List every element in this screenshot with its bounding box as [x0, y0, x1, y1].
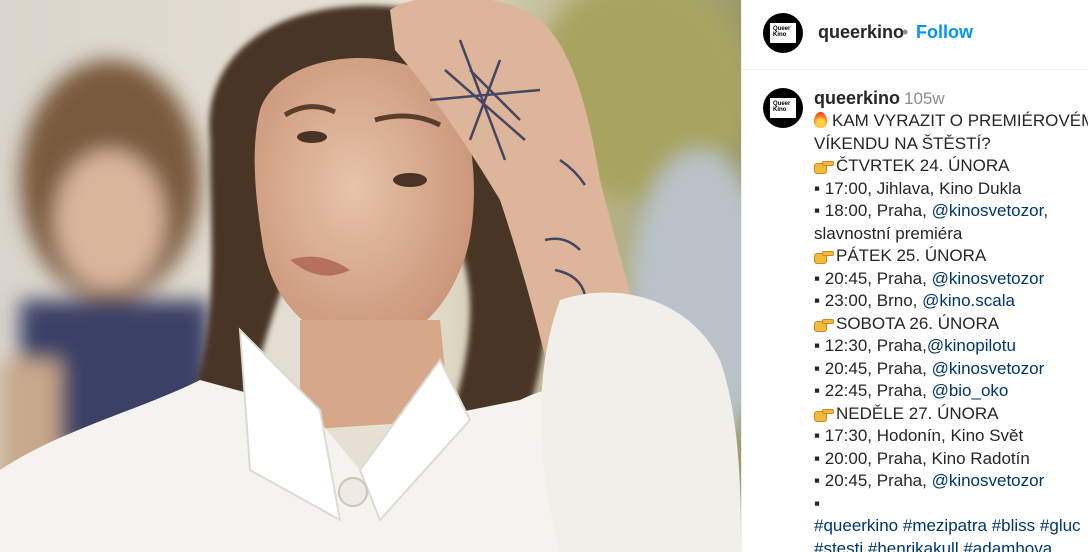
caption-line: slavnostní premiéra: [814, 223, 1088, 246]
mention-link[interactable]: @kinosvetozor: [932, 201, 1044, 220]
caption-line: ▪ 20:00, Praha, Kino Radotín: [814, 448, 1088, 471]
caption-text-segment: SOBOTA 26. ÚNORA: [836, 313, 1000, 333]
caption-line: PÁTEK 25. ÚNORA: [814, 245, 1088, 268]
pointing-hand-emoji-icon: [814, 315, 834, 332]
hashtag-link[interactable]: #bliss: [992, 516, 1035, 535]
post-header: Queer Kino queerkino • Follow: [742, 0, 1088, 70]
hashtag-link[interactable]: #gluc: [1040, 516, 1081, 535]
caption-line: ▪ 20:45, Praha, @kinosvetozor: [814, 358, 1088, 381]
caption-text-segment: NEDĚLE 27. ÚNORA: [836, 403, 999, 423]
post-side-panel: Queer Kino queerkino • Follow Queer Kino…: [741, 0, 1088, 552]
mention-link[interactable]: @kinosvetozor: [932, 471, 1045, 490]
profile-avatar[interactable]: Queer Kino: [763, 13, 803, 53]
caption-text-segment: ČTVRTEK 24. ÚNORA: [836, 156, 1010, 175]
queerkino-logo: Queer Kino: [770, 23, 796, 43]
caption-text-segment: ▪: [814, 493, 821, 513]
caption-text-segment: ▪ 18:00, Praha,: [814, 201, 932, 220]
caption-text-segment: ▪ 22:45, Praha,: [814, 381, 932, 400]
caption-text-segment: ▪ 12:30, Praha,: [814, 336, 927, 355]
header-username[interactable]: queerkino: [818, 22, 904, 43]
caption-text-segment: ▪ 23:00, Brno,: [814, 291, 923, 310]
post-age[interactable]: 105w: [904, 89, 945, 109]
caption-line: ▪ 20:45, Praha, @kinosvetozor: [814, 470, 1088, 493]
caption-text-segment: VÍKENDU NA ŠTĚSTÍ?: [814, 133, 991, 153]
pointing-hand-emoji-icon: [814, 405, 834, 422]
hashtag-link[interactable]: #stesti: [814, 539, 863, 552]
caption-line: ▪ 20:45, Praha, @kinosvetozor: [814, 268, 1088, 291]
hashtag-link[interactable]: #mezipatra: [903, 516, 987, 535]
caption-line: ▪: [814, 493, 1088, 516]
mention-link[interactable]: @kinopilotu: [927, 336, 1016, 355]
caption-text-segment: ▪ 20:45, Praha,: [814, 358, 932, 378]
caption-line: ČTVRTEK 24. ÚNORA: [814, 155, 1088, 178]
caption-line: ▪ 17:00, Jihlava, Kino Dukla: [814, 178, 1088, 201]
logo-text: Queer Kino: [773, 101, 791, 113]
caption-username[interactable]: queerkino: [814, 88, 900, 109]
follow-button[interactable]: Follow: [916, 22, 973, 43]
caption: Queer Kino queerkino 105w KAM VYRAZIT O …: [742, 70, 1088, 552]
caption-text-segment: ▪ 20:45, Praha,: [814, 471, 932, 490]
post-photo-image: [0, 0, 741, 552]
hashtag-link[interactable]: #henrikakull: [868, 539, 959, 552]
fire-emoji-icon: [814, 112, 827, 128]
pointing-hand-emoji-icon: [814, 157, 834, 174]
post-photo[interactable]: [0, 0, 741, 552]
caption-text-segment: ▪ 20:45, Praha,: [814, 268, 932, 288]
caption-line: #queerkino #mezipatra #bliss #gluc: [814, 515, 1088, 538]
caption-line: ▪ 18:00, Praha, @kinosvetozor,: [814, 200, 1088, 223]
caption-line: ▪ 22:45, Praha, @bio_oko: [814, 380, 1088, 403]
caption-line: NEDĚLE 27. ÚNORA: [814, 403, 1088, 426]
caption-line: ▪ 23:00, Brno, @kino.scala: [814, 290, 1088, 313]
caption-line: SOBOTA 26. ÚNORA: [814, 313, 1088, 336]
logo-text: Queer Kino: [773, 26, 791, 38]
hashtag-link[interactable]: #adamhova: [963, 539, 1052, 552]
caption-text: KAM VYRAZIT O PREMIÉROVÉM VÍKENDU NA ŠTĚS…: [814, 110, 1088, 552]
caption-line: ▪ 12:30, Praha,@kinopilotu: [814, 335, 1088, 358]
caption-text-segment: PÁTEK 25. ÚNORA: [836, 246, 987, 265]
caption-text-segment: ▪ 17:00, Jihlava, Kino Dukla: [814, 178, 1022, 198]
hashtag-link[interactable]: #queerkino: [814, 516, 898, 535]
caption-text-segment: ▪ 17:30, Hodonín, Kino Svět: [814, 426, 1024, 445]
mention-link[interactable]: @kino.scala: [922, 291, 1015, 310]
caption-text-segment: KAM VYRAZIT O PREMIÉROVÉM: [832, 111, 1088, 130]
separator-dot: •: [902, 22, 909, 42]
mention-link[interactable]: @kinosvetozor: [932, 269, 1045, 288]
caption-line: KAM VYRAZIT O PREMIÉROVÉM: [814, 110, 1088, 133]
mention-link[interactable]: @kinosvetozor: [932, 359, 1045, 378]
caption-avatar[interactable]: Queer Kino: [763, 88, 803, 128]
caption-text-segment: ▪ 20:00, Praha, Kino Radotín: [814, 448, 1030, 468]
mention-link[interactable]: @bio_oko: [932, 381, 1009, 400]
caption-line: ▪ 17:30, Hodonín, Kino Svět: [814, 425, 1088, 448]
caption-line: VÍKENDU NA ŠTĚSTÍ?: [814, 133, 1088, 156]
caption-line: #stesti #henrikakull #adamhova: [814, 538, 1088, 552]
queerkino-logo: Queer Kino: [770, 98, 796, 118]
caption-text-segment: ,: [1043, 201, 1049, 220]
pointing-hand-emoji-icon: [814, 247, 834, 264]
caption-text-segment: slavnostní premiéra: [814, 223, 963, 243]
